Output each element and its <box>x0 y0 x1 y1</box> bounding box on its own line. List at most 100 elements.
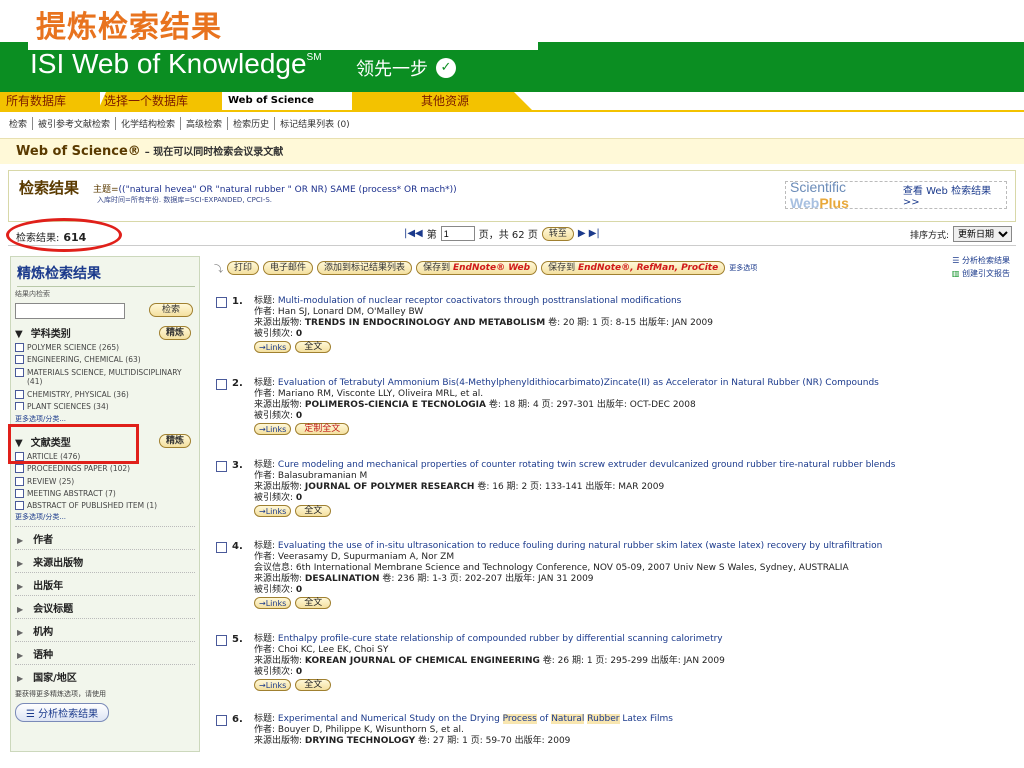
conference-info: 6th International Membrane Science and T… <box>295 563 849 573</box>
facet-countries[interactable]: ▶ 国家/地区 <box>15 663 195 687</box>
print-button[interactable]: 打印 <box>227 261 260 275</box>
record-checkbox[interactable] <box>216 461 227 472</box>
subnav-marked-list[interactable]: 标记结果列表 (0) <box>275 117 355 130</box>
record-title[interactable]: Evaluation of Tetrabutyl Ammonium Bis(4-… <box>278 378 879 388</box>
record-title[interactable]: Enthalpy profile-cure state relationship… <box>278 634 723 644</box>
tab-choose-database[interactable]: 选择一个数据库 <box>98 92 224 110</box>
record-checkbox[interactable] <box>216 715 227 726</box>
subnav-structure-search[interactable]: 化学结构检索 <box>116 116 182 130</box>
email-button[interactable]: 电子邮件 <box>263 261 314 275</box>
subject-head-label[interactable]: ▼ 学科类别 <box>15 325 71 340</box>
save-endnote-button[interactable]: 保存到 EndNote®, RefMan, ProCite <box>541 261 726 275</box>
checkbox[interactable] <box>15 343 24 352</box>
facet-conferences[interactable]: ▶ 会议标题 <box>15 594 195 618</box>
webplus-link[interactable]: 查看 Web 检索结果 >> <box>903 182 1002 208</box>
search-within-label: 结果内检索 <box>15 290 50 298</box>
subnav-search[interactable]: 检索 <box>4 116 34 130</box>
record-details: 卷: 20 期: 1 页: 8-15 出版年: JAN 2009 <box>548 318 713 328</box>
record-checkbox[interactable] <box>216 542 227 553</box>
cited-label: 被引频次: <box>254 667 294 677</box>
links-button[interactable]: →Links <box>254 679 292 691</box>
checkbox[interactable] <box>15 389 24 399</box>
fulltext-button[interactable]: 全文 <box>295 679 332 691</box>
facet-item[interactable]: MEETING ABSTRACT (7) <box>15 489 195 498</box>
page-input[interactable] <box>440 226 475 241</box>
record-details: 卷: 236 期: 1-3 页: 202-207 出版年: JAN 31 200… <box>382 574 594 584</box>
fulltext-button[interactable]: 全文 <box>295 597 332 609</box>
title-label: 标题: <box>254 460 276 470</box>
facet-item[interactable]: ENGINEERING, CHEMICAL (63) <box>15 355 195 365</box>
analyze-results-button[interactable]: ☰ 分析检索结果 <box>15 702 110 722</box>
checkbox[interactable] <box>15 489 24 498</box>
sort-select[interactable]: 更新日期 <box>953 226 1012 242</box>
author-label: 作者: <box>254 725 276 735</box>
search-within-input[interactable] <box>15 303 125 319</box>
links-button[interactable]: →Links <box>254 505 292 517</box>
refine-subject-button[interactable]: 精炼 <box>158 325 191 340</box>
facet-item[interactable]: ABSTRACT OF PUBLISHED ITEM (1) <box>15 501 195 511</box>
expand-triangle-icon: ▶ <box>17 558 24 568</box>
goto-button[interactable]: 转至 <box>541 226 574 241</box>
custom-fulltext-button[interactable]: 定制全文 <box>295 423 350 435</box>
record-checkbox[interactable] <box>216 297 227 308</box>
subnav-advanced-search[interactable]: 高级检索 <box>181 116 229 130</box>
checkbox[interactable] <box>15 367 24 377</box>
cited-label: 被引频次: <box>254 329 294 339</box>
fulltext-button[interactable]: 全文 <box>295 341 332 353</box>
highlight-rectangle <box>8 424 139 464</box>
fulltext-button[interactable]: 全文 <box>295 505 332 517</box>
expand-triangle-icon: ▶ <box>17 650 24 660</box>
more-subjects-link[interactable]: 更多选项/分类... <box>15 414 195 424</box>
record-number: 6. <box>232 714 243 725</box>
record-title[interactable]: Cure modeling and mechanical properties … <box>278 460 896 470</box>
slide-title: 提炼检索结果 <box>36 10 222 45</box>
analyze-icon: ☰ <box>26 708 39 720</box>
record-title[interactable]: Evaluating the use of in-situ ultrasonic… <box>278 541 882 551</box>
record-authors: Veerasamy D, Supurmaniam A, Nor ZM <box>277 552 455 562</box>
checkbox[interactable] <box>15 401 24 410</box>
facet-years[interactable]: ▶ 出版年 <box>15 571 195 595</box>
first-page-icon[interactable]: |◀◀ <box>404 228 423 239</box>
analyze-link[interactable]: ☰ 分析检索结果 <box>952 254 1010 267</box>
save-endnote-web-button[interactable]: 保存到 EndNote® Web <box>416 261 538 275</box>
checkbox[interactable] <box>15 476 24 486</box>
cited-label: 被引频次: <box>254 493 294 503</box>
refine-doctype-button[interactable]: 精炼 <box>158 434 191 449</box>
tab-web-of-science[interactable]: Web of Science <box>222 92 352 110</box>
search-within-button[interactable]: 检索 <box>149 303 194 317</box>
links-button[interactable]: →Links <box>254 423 292 435</box>
facet-item[interactable]: PLANT SCIENCES (34) <box>15 401 195 410</box>
checkbox[interactable] <box>15 355 24 365</box>
subnav-cited-ref-search[interactable]: 被引参考文献检索 <box>33 116 117 130</box>
isi-logo[interactable]: ISI Web of KnowledgeSM <box>30 48 322 80</box>
record-title[interactable]: Multi-modulation of nuclear receptor coa… <box>278 296 681 306</box>
page-suffix: 页，共 62 页 <box>478 230 538 241</box>
facet-item[interactable]: MATERIALS SCIENCE, MULTIDISCIPLINARY (41… <box>15 367 195 387</box>
subnav-search-history[interactable]: 检索历史 <box>228 116 276 130</box>
pager: |◀◀ 第 页，共 62 页 转至 ▶ ▶| <box>404 226 600 241</box>
facet-item[interactable]: REVIEW (25) <box>15 476 195 486</box>
more-doctypes-link[interactable]: 更多选项/分类... <box>15 512 195 522</box>
links-button[interactable]: →Links <box>254 341 292 353</box>
record-checkbox[interactable] <box>216 635 227 646</box>
next-page-icon[interactable]: ▶ ▶| <box>578 228 600 239</box>
checkbox[interactable] <box>15 501 24 511</box>
facet-languages[interactable]: ▶ 语种 <box>15 640 195 664</box>
facet-item[interactable]: POLYMER SCIENCE (265) <box>15 343 195 352</box>
more-options-link[interactable]: 更多选项 <box>729 263 757 273</box>
facet-item[interactable]: PROCEEDINGS PAPER (102) <box>15 464 195 474</box>
webplus-box[interactable]: Scientific WebPlus 查看 Web 检索结果 >> <box>785 179 1007 211</box>
links-button[interactable]: →Links <box>254 597 292 609</box>
checkbox[interactable] <box>15 464 24 474</box>
facet-item[interactable]: CHEMISTRY, PHYSICAL (36) <box>15 389 195 399</box>
record-checkbox[interactable] <box>216 379 227 390</box>
tab-other-resources[interactable]: 其他资源 <box>352 92 532 110</box>
facet-authors[interactable]: ▶ 作者 <box>15 525 195 549</box>
citation-report-link[interactable]: ▥ 创建引文报告 <box>952 267 1010 280</box>
add-to-marked-list-button[interactable]: 添加到标记结果列表 <box>317 261 413 275</box>
tab-all-databases[interactable]: 所有数据库 <box>0 92 100 110</box>
cited-count: 0 <box>295 411 303 421</box>
facet-institutions[interactable]: ▶ 机构 <box>15 617 195 641</box>
record-title[interactable]: Experimental and Numerical Study on the … <box>278 714 673 724</box>
facet-sources[interactable]: ▶ 来源出版物 <box>15 548 195 572</box>
